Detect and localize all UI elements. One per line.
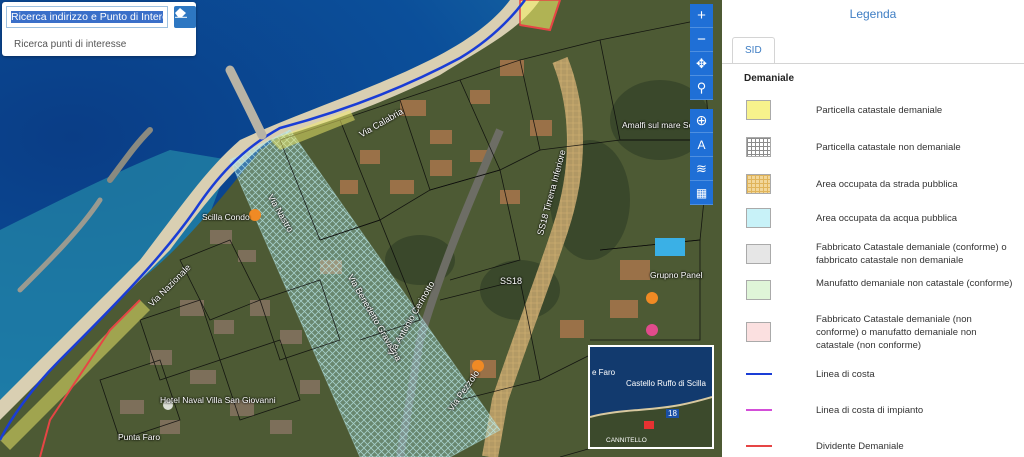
legend-line-swatch <box>746 409 772 411</box>
legend-fill-swatch <box>746 174 771 194</box>
minimap-imagery <box>590 347 712 447</box>
poi-label[interactable]: Scilla Condo <box>202 212 250 222</box>
zoom-out-button[interactable]: − <box>690 28 713 52</box>
legend-line-swatch <box>746 445 772 447</box>
poi-label[interactable]: Punta Faro <box>118 432 160 442</box>
zoom-in-button[interactable]: + <box>690 4 713 28</box>
pan-icon: ✥ <box>696 55 707 71</box>
legend-item-label: Dividente Demaniale <box>816 440 904 452</box>
legend-line-swatch <box>746 373 772 375</box>
street-label: SS18 <box>500 276 523 286</box>
search-button[interactable] <box>174 6 196 28</box>
map-view[interactable]: Scilla Condo Hotel Naval Villa San Giova… <box>0 0 722 457</box>
legend-section-title: Demaniale <box>744 73 795 84</box>
zoom-in-icon: + <box>697 7 706 24</box>
poi-label[interactable]: Grupno Panel <box>650 270 702 280</box>
measure-icon: A <box>697 137 706 152</box>
map-icon: ▦ <box>695 185 708 200</box>
location-button[interactable]: ⚲ <box>690 76 713 100</box>
overview-minimap[interactable]: e Faro Castello Ruffo di Scilla 18 CANNI… <box>588 345 714 449</box>
search-input[interactable] <box>6 6 168 28</box>
legend-item-label: Fabbricato Catastale demaniale (non conf… <box>816 313 977 351</box>
tab-sid[interactable]: SID <box>732 37 775 64</box>
legend-item-label: Fabbricato Catastale demaniale (conforme… <box>816 242 1007 266</box>
layers-button[interactable]: ≋ <box>690 157 713 181</box>
poi-label[interactable]: Hotel Naval Villa San Giovanni <box>160 395 276 405</box>
eraser-icon <box>175 8 187 18</box>
legend-item-label: Linea di costa di impianto <box>816 404 924 416</box>
minimap-place-label: Castello Ruffo di Scilla <box>626 379 706 388</box>
legend-title: Legenda <box>849 7 897 21</box>
legend-fill-swatch <box>746 280 771 300</box>
legend-item-label: Manufatto demaniale non catastale (confo… <box>816 278 1013 289</box>
legend-item-label: Particella catastale demaniale <box>816 104 943 116</box>
search-panel: Ricerca punti di interesse <box>2 2 196 56</box>
legend-fill-swatch <box>746 322 771 342</box>
legend-fill-swatch <box>746 137 771 157</box>
legend-item-label: Area occupata da strada pubblica <box>816 178 958 190</box>
location-pin-icon: ⚲ <box>696 79 707 95</box>
measure-button[interactable]: A <box>690 133 713 157</box>
minimap-bottom-label: CANNITELLO <box>606 437 647 444</box>
map-toolbar: + − ✥ ⚲ ⊕ A ≋ ▦ <box>690 4 713 205</box>
globe-icon: ⊕ <box>695 112 708 128</box>
zoom-out-icon: − <box>697 31 706 48</box>
tab-divider <box>722 63 1024 64</box>
legend-item-label: Area occupata da acqua pubblica <box>816 212 958 224</box>
legend-item-label: Linea di costa <box>816 368 875 380</box>
legend-item-label: Particella catastale non demaniale <box>816 141 961 153</box>
poi-search-link[interactable]: Ricerca punti di interesse <box>14 39 126 50</box>
legend-fill-swatch <box>746 244 771 264</box>
legend-panel: Legenda SID Demaniale Particella catasta… <box>722 0 1024 457</box>
minimap-corner-label: e Faro <box>592 368 616 377</box>
pan-button[interactable]: ✥ <box>690 52 713 76</box>
basemap-button[interactable]: ▦ <box>690 181 713 205</box>
minimap-road-badge: 18 <box>666 409 679 418</box>
globe-button[interactable]: ⊕ <box>690 109 713 133</box>
legend-fill-swatch <box>746 100 771 120</box>
layers-icon: ≋ <box>696 160 707 176</box>
legend-fill-swatch <box>746 208 771 228</box>
